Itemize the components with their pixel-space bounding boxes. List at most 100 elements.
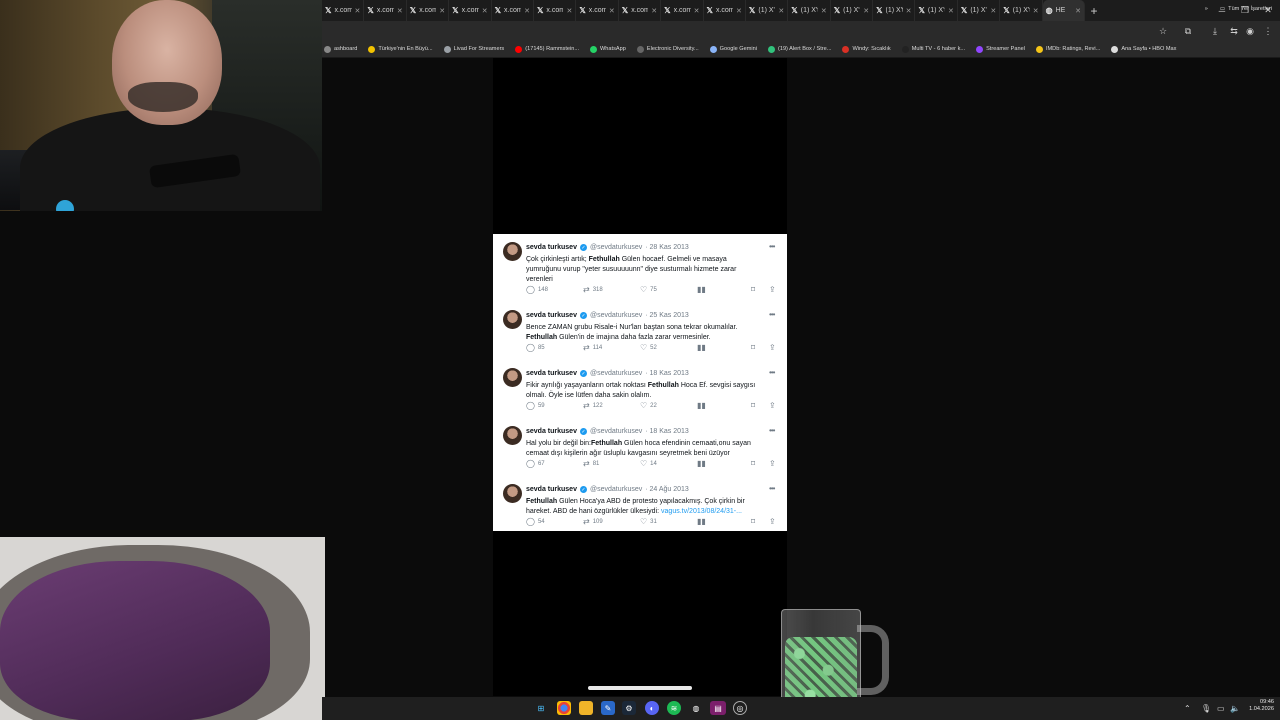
browser-tab[interactable]: 𝕏(1) X'te✕ <box>1000 0 1043 21</box>
author-handle[interactable]: @sevdaturkusev <box>590 428 642 435</box>
bookmark-button[interactable]: ⌑ <box>751 401 755 410</box>
menu-dots-icon[interactable]: ⋮ <box>1261 24 1275 38</box>
repost-button[interactable]: ⇄ 318 <box>583 285 603 294</box>
like-button[interactable]: ♡ 22 <box>640 401 657 410</box>
all-bookmarks-button[interactable]: ▭ Tüm Yer İşaretleri <box>1220 6 1272 12</box>
file-explorer-icon[interactable] <box>579 701 593 715</box>
tweet-date[interactable]: · 28 Kas 2013 <box>645 244 689 251</box>
browser-tab[interactable]: 𝕏(1) X'te✕ <box>958 0 1001 21</box>
avatar[interactable] <box>503 426 522 445</box>
browser-tab[interactable]: 𝕏x.com/✕ <box>364 0 407 21</box>
bookmark-star-icon[interactable]: ☆ <box>1156 24 1170 38</box>
author-handle[interactable]: @sevdaturkusev <box>590 244 642 251</box>
spotify-icon[interactable]: ≋ <box>667 701 681 715</box>
browser-tab[interactable]: 𝕏(1) X'te✕ <box>873 0 916 21</box>
bookmark-item[interactable]: Google Gemini <box>709 45 757 53</box>
bookmark-item[interactable]: Multi TV - 6 haber k... <box>901 45 965 53</box>
more-options-icon[interactable]: ••• <box>769 242 775 251</box>
author-name[interactable]: sevda turkusev <box>526 428 577 435</box>
bookmark-item[interactable]: Ana Sayfa • HBO Max <box>1111 45 1176 53</box>
microphone-icon[interactable]: 🎙 <box>1201 697 1211 720</box>
tab-close-icon[interactable]: ✕ <box>355 7 361 15</box>
tweet-date[interactable]: · 24 Ağu 2013 <box>645 486 689 493</box>
reply-button[interactable]: ◯ 148 <box>526 285 548 294</box>
streaming-app-icon[interactable]: ▤ <box>710 701 726 715</box>
browser-tab[interactable]: 𝕏x.com/✕ <box>534 0 577 21</box>
more-options-icon[interactable]: ••• <box>769 368 775 377</box>
tweet-date[interactable]: · 18 Kas 2013 <box>645 370 689 377</box>
share-button[interactable]: ⇪ <box>769 517 776 526</box>
like-button[interactable]: ♡ 31 <box>640 517 657 526</box>
author-handle[interactable]: @sevdaturkusev <box>590 486 642 493</box>
avatar[interactable] <box>503 484 522 503</box>
browser-tab[interactable]: 𝕏(1) X'te✕ <box>831 0 874 21</box>
reply-button[interactable]: ◯ 54 <box>526 517 545 526</box>
browser-tab[interactable]: 𝕏x.com/✕ <box>704 0 746 21</box>
steam-icon[interactable]: ⚙ <box>622 701 636 715</box>
bookmark-button[interactable]: ⌑ <box>751 285 755 294</box>
tweet-link[interactable]: vagus.tv/2013/08/24/31-... <box>661 508 742 515</box>
bookmark-item[interactable]: Windy: Sıcaklık <box>842 45 891 53</box>
views-button[interactable]: ▮▮ <box>697 459 706 468</box>
reply-button[interactable]: ◯ 67 <box>526 459 545 468</box>
tab-close-icon[interactable]: ✕ <box>863 7 869 15</box>
browser-tab[interactable]: 𝕏x.com/✕ <box>619 0 662 21</box>
app-icon-blue[interactable]: ✎ <box>601 701 615 715</box>
views-button[interactable]: ▮▮ <box>697 517 706 526</box>
browser-tab[interactable]: 𝕏x.com/✕ <box>576 0 619 21</box>
bookmark-button[interactable]: ⌑ <box>751 517 755 526</box>
author-name[interactable]: sevda turkusev <box>526 486 577 493</box>
tweet-date[interactable]: · 18 Kas 2013 <box>645 428 689 435</box>
app-icon-circle[interactable]: ◎ <box>733 701 747 715</box>
bookmark-item[interactable]: WhatsApp <box>590 45 626 53</box>
author-name[interactable]: sevda turkusev <box>526 370 577 377</box>
like-button[interactable]: ♡ 75 <box>640 285 657 294</box>
bookmark-item[interactable]: Electronic Diversity... <box>636 45 699 53</box>
tab-close-icon[interactable]: ✕ <box>609 7 615 15</box>
tab-close-icon[interactable]: ✕ <box>948 7 954 15</box>
bookmark-item[interactable]: (17145) Rammstein... <box>515 45 579 53</box>
tab-close-icon[interactable]: ✕ <box>524 7 530 15</box>
cast-icon[interactable]: ⇆ <box>1227 24 1241 38</box>
tab-close-icon[interactable]: ✕ <box>906 7 912 15</box>
tweet-date[interactable]: · 25 Kas 2013 <box>645 312 689 319</box>
bookmark-item[interactable]: Streamer Panel <box>976 45 1025 53</box>
repost-button[interactable]: ⇄ 114 <box>583 343 602 352</box>
browser-tab[interactable]: 𝕏x.com/✕ <box>661 0 704 21</box>
views-button[interactable]: ▮▮ <box>697 401 706 410</box>
tab-close-icon[interactable]: ✕ <box>439 7 445 15</box>
tab-close-icon[interactable]: ✕ <box>1033 7 1039 15</box>
tab-close-icon[interactable]: ✕ <box>821 7 827 15</box>
bookmark-button[interactable]: ⌑ <box>751 343 755 352</box>
browser-tab[interactable]: 𝕏(1) X'te✕ <box>915 0 958 21</box>
author-name[interactable]: sevda turkusev <box>526 244 577 251</box>
bookmark-item[interactable]: ashboard <box>324 45 357 53</box>
browser-tab[interactable]: 𝕏(1) X'te✕ <box>746 0 789 21</box>
browser-tab[interactable]: ◍ HE ✕ <box>1042 0 1086 21</box>
bookmark-button[interactable]: ⌑ <box>751 459 755 468</box>
views-button[interactable]: ▮▮ <box>697 343 706 352</box>
browser-tab[interactable]: 𝕏(1) X'te✕ <box>788 0 831 21</box>
reply-button[interactable]: ◯ 59 <box>526 401 545 410</box>
windows-start-icon[interactable]: ⊞ <box>534 701 548 715</box>
browser-tab[interactable]: 𝕏x.com/✕ <box>492 0 534 21</box>
browser-tab[interactable]: 𝕏x.com/✕ <box>407 0 450 21</box>
tab-close-icon[interactable]: ✕ <box>566 7 572 15</box>
extensions-icon[interactable]: ⧉ <box>1181 24 1195 38</box>
bookmark-item[interactable]: Türkiye'nin En Büyü... <box>368 45 433 53</box>
author-handle[interactable]: @sevdaturkusev <box>590 312 642 319</box>
browser-tab[interactable]: 𝕏x.com/✕ <box>322 0 365 21</box>
bookmarks-more-icon[interactable]: » <box>1205 6 1208 12</box>
discord-icon[interactable]: ◐ <box>645 701 659 715</box>
tab-close-icon[interactable]: ✕ <box>990 7 996 15</box>
bookmark-item[interactable]: IMDb: Ratings, Revi... <box>1035 45 1100 53</box>
tab-close-icon[interactable]: ✕ <box>397 7 403 15</box>
tab-close-icon[interactable]: ✕ <box>778 7 784 15</box>
avatar[interactable] <box>503 310 522 329</box>
tab-close-icon[interactable]: ✕ <box>482 7 488 15</box>
views-button[interactable]: ▮▮ <box>697 285 706 294</box>
share-button[interactable]: ⇪ <box>769 343 776 352</box>
avatar[interactable] <box>503 368 522 387</box>
obs-icon[interactable]: ◍ <box>689 701 703 715</box>
display-icon[interactable]: ▭ <box>1217 697 1225 720</box>
